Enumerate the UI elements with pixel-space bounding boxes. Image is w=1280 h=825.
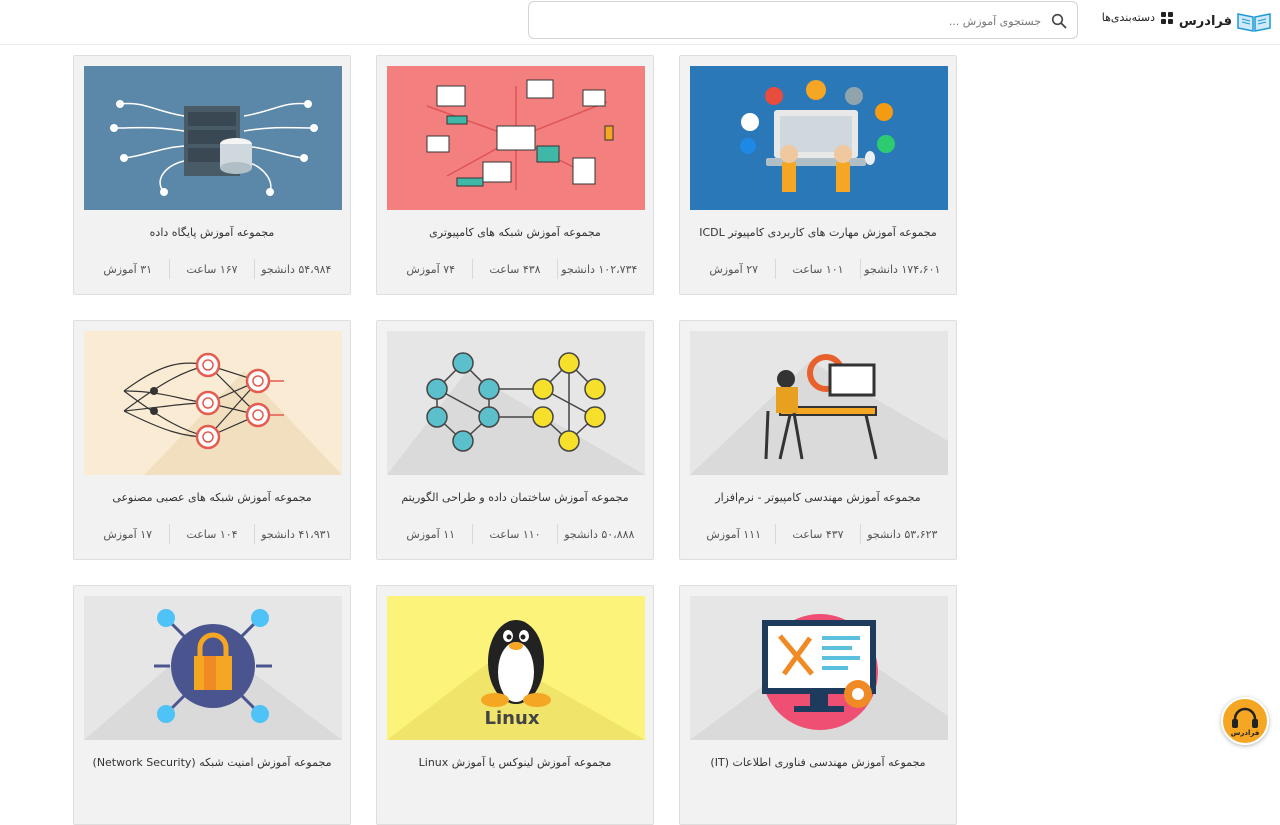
- hours-count: ۱۰۴ ساعت: [186, 527, 238, 541]
- site-logo[interactable]: فرادرس: [1179, 8, 1272, 34]
- course-card-networks[interactable]: مجموعه آموزش شبکه های کامپیوتری ۷۴ آموزش…: [376, 55, 654, 295]
- hours-count: ۱۰۱ ساعت: [792, 262, 844, 276]
- course-thumbnail: [84, 596, 342, 740]
- hours-count: ۴۳۸ ساعت: [489, 262, 541, 276]
- course-card-data-structures[interactable]: مجموعه آموزش ساختمان داده و طراحی الگوری…: [376, 320, 654, 560]
- linux-penguin-icon: Linux: [387, 596, 645, 740]
- stat-divider: [253, 259, 255, 279]
- students-count: ۱۷۴،۶۰۱ دانشجو: [864, 262, 941, 276]
- course-title: مجموعه آموزش مهندسی کامپیوتر - نرم‌افزار: [715, 491, 921, 504]
- stat-divider: [556, 524, 558, 544]
- hours-count: ۱۶۷ ساعت: [186, 262, 238, 276]
- stat-divider: [859, 259, 861, 279]
- hours-count: ۴۳۷ ساعت: [792, 527, 844, 541]
- stat-divider: [169, 524, 171, 544]
- course-thumbnail: [387, 331, 645, 475]
- network-devices-icon: [387, 66, 645, 210]
- laptop-office-icon: [690, 66, 948, 210]
- top-header: فرادرس دسته‌بندی‌ها: [0, 0, 1280, 45]
- students-count: ۴۱،۹۳۱ دانشجو: [261, 527, 332, 541]
- course-title: مجموعه آموزش پایگاه داده: [149, 226, 275, 239]
- search-input[interactable]: [559, 2, 1043, 40]
- course-stats: ۱۷ آموزش ۱۰۴ ساعت ۴۱،۹۳۱ دانشجو: [86, 523, 338, 545]
- students-count: ۵۳،۶۲۳ دانشجو: [867, 527, 938, 541]
- course-title: مجموعه آموزش شبکه های کامپیوتری: [429, 226, 601, 239]
- lessons-count: ۱۱۱ آموزش: [706, 527, 761, 541]
- course-thumbnail: Linux: [387, 596, 645, 740]
- grid-icon: [1161, 11, 1173, 24]
- course-title: مجموعه آموزش امنیت شبکه (Network Securit…: [92, 756, 332, 769]
- course-thumbnail: [387, 66, 645, 210]
- book-logo-icon: [1237, 13, 1271, 32]
- course-title: مجموعه آموزش مهارت های کاربردی کامپیوتر …: [699, 226, 937, 239]
- logo-text: فرادرس: [1178, 13, 1232, 29]
- course-stats: ۱۱ آموزش ۱۱۰ ساعت ۵۰،۸۸۸ دانشجو: [389, 523, 641, 545]
- course-thumbnail: [690, 66, 948, 210]
- course-thumbnail: [84, 331, 342, 475]
- search-box: [528, 1, 1078, 40]
- categories-button[interactable]: دسته‌بندی‌ها: [1102, 11, 1173, 24]
- course-title: مجموعه آموزش شبکه های عصبی مصنوعی: [112, 491, 312, 504]
- course-title: مجموعه آموزش ساختمان داده و طراحی الگوری…: [401, 491, 629, 504]
- course-stats: ۷۴ آموزش ۴۳۸ ساعت ۱۰۲،۷۳۴ دانشجو: [389, 258, 641, 280]
- course-thumbnail: [84, 66, 342, 210]
- students-count: ۱۰۲،۷۳۴ دانشجو: [561, 262, 638, 276]
- students-count: ۵۴،۹۸۴ دانشجو: [261, 262, 332, 276]
- course-card-icdl[interactable]: مجموعه آموزش مهارت های کاربردی کامپیوتر …: [679, 55, 957, 295]
- course-stats: ۱۱۱ آموزش ۴۳۷ ساعت ۵۳،۶۲۳ دانشجو: [692, 523, 944, 545]
- course-card-network-security[interactable]: مجموعه آموزش امنیت شبکه (Network Securit…: [73, 585, 351, 825]
- students-count: ۵۰،۸۸۸ دانشجو: [564, 527, 635, 541]
- stat-divider: [253, 524, 255, 544]
- course-card-neural-networks[interactable]: مجموعه آموزش شبکه های عصبی مصنوعی ۱۷ آمو…: [73, 320, 351, 560]
- course-card-it[interactable]: مجموعه آموزش مهندسی فناوری اطلاعات (IT): [679, 585, 957, 825]
- linux-label: Linux: [485, 708, 540, 729]
- neural-network-icon: [84, 331, 342, 475]
- lessons-count: ۷۴ آموزش: [406, 262, 456, 276]
- monitor-tools-icon: [690, 596, 948, 740]
- lessons-count: ۱۷ آموزش: [103, 527, 153, 541]
- stat-divider: [775, 524, 777, 544]
- graph-nodes-icon: [387, 331, 645, 475]
- course-card-database[interactable]: مجموعه آموزش پایگاه داده ۳۱ آموزش ۱۶۷ سا…: [73, 55, 351, 295]
- lessons-count: ۳۱ آموزش: [103, 262, 153, 276]
- categories-label: دسته‌بندی‌ها: [1101, 11, 1155, 24]
- course-stats: ۳۱ آموزش ۱۶۷ ساعت ۵۴،۹۸۴ دانشجو: [86, 258, 338, 280]
- course-stats: ۲۷ آموزش ۱۰۱ ساعت ۱۷۴،۶۰۱ دانشجو: [692, 258, 944, 280]
- support-label: فرادرس: [1230, 729, 1260, 737]
- stat-divider: [472, 259, 474, 279]
- developer-desk-icon: [690, 331, 948, 475]
- stat-divider: [472, 524, 474, 544]
- course-thumbnail: [690, 331, 948, 475]
- search-icon[interactable]: [1051, 13, 1067, 29]
- course-card-software-eng[interactable]: مجموعه آموزش مهندسی کامپیوتر - نرم‌افزار…: [679, 320, 957, 560]
- course-card-linux[interactable]: Linux مجموعه آموزش لینوکس یا آموزش Linux: [376, 585, 654, 825]
- stat-divider: [859, 524, 861, 544]
- support-chat-button[interactable]: فرادرس: [1221, 697, 1269, 745]
- stat-divider: [169, 259, 171, 279]
- hours-count: ۱۱۰ ساعت: [489, 527, 541, 541]
- course-title: مجموعه آموزش مهندسی فناوری اطلاعات (IT): [710, 756, 926, 769]
- stat-divider: [556, 259, 558, 279]
- lessons-count: ۱۱ آموزش: [406, 527, 456, 541]
- stat-divider: [775, 259, 777, 279]
- course-title: مجموعه آموزش لینوکس یا آموزش Linux: [418, 756, 612, 769]
- security-lock-icon: [84, 596, 342, 740]
- course-thumbnail: [690, 596, 948, 740]
- lessons-count: ۲۷ آموزش: [709, 262, 759, 276]
- database-server-icon: [84, 66, 342, 210]
